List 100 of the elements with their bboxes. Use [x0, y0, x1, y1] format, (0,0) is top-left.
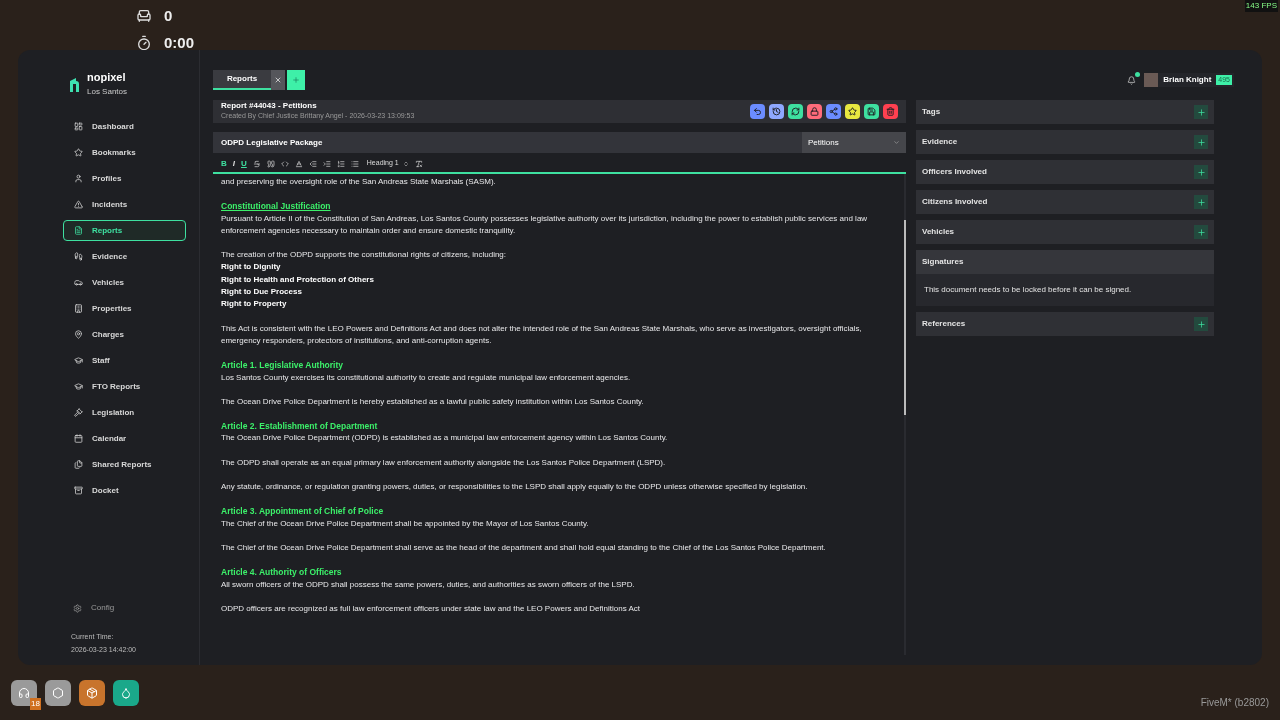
format-button[interactable]: I [232, 157, 235, 170]
share-button[interactable] [826, 104, 841, 119]
chevron-down-icon [893, 139, 900, 146]
config-link[interactable]: Config [91, 602, 115, 614]
bold-line: Right to Due Process [221, 286, 302, 299]
action-icon [791, 107, 800, 116]
brand-subtitle: Los Santos [87, 86, 128, 98]
bold-line: Right to Health and Protection of Others [221, 273, 374, 286]
nav-item[interactable]: Incidents [63, 194, 186, 215]
scrollbar-thumb[interactable] [904, 220, 906, 415]
nav-item[interactable]: Charges [63, 324, 186, 345]
logo-icon [69, 78, 79, 92]
delete-button[interactable] [883, 104, 898, 119]
section-title: Signatures [922, 256, 964, 268]
history-button[interactable] [769, 104, 784, 119]
paragraph-text: The ODPD shall operate as an equal primary law enforcement authority alongside the Los Santos Police Department (LSPD). [221, 456, 667, 469]
code-icon[interactable] [280, 159, 289, 168]
add-button[interactable] [1194, 317, 1208, 331]
add-button[interactable] [1194, 105, 1208, 119]
quote-icon[interactable] [266, 159, 275, 168]
star-icon [74, 148, 83, 157]
add-button[interactable] [1194, 165, 1208, 179]
footprints-icon [74, 252, 83, 261]
category-dropdown[interactable]: Petitions [802, 132, 906, 153]
action-icon [753, 107, 762, 116]
dashboard-icon [74, 122, 83, 131]
document-title-field[interactable]: ODPD Legislative Package [213, 132, 802, 153]
nav-item[interactable]: FTO Reports [63, 376, 186, 397]
paragraph-text: All sworn officers of the ODPD shall possess the same powers, duties, and authorities as sworn officers of the LSPD. [221, 578, 636, 591]
section-title: Officers Involved [922, 166, 987, 178]
nav-item[interactable]: Reports [63, 220, 186, 241]
brand-name: nopixel [87, 72, 127, 83]
add-button[interactable] [1194, 225, 1208, 239]
gavel-icon [74, 408, 83, 417]
paragraph-text: The Chief of the Ocean Drive Police Department shall be appointed by the Mayor of Los Santos County. [221, 517, 590, 530]
section-title: Tags [922, 106, 941, 118]
section-heading: Article 1. Legislative Authority [221, 359, 344, 372]
format-button[interactable]: B [221, 157, 227, 170]
client-version: FiveM* (b2802) [1200, 696, 1269, 710]
person-icon [74, 174, 83, 183]
nav-item[interactable]: Dashboard [63, 116, 186, 137]
car-icon [74, 278, 83, 287]
format-button[interactable]: U [241, 157, 247, 170]
nav-item[interactable]: Evidence [63, 246, 186, 267]
text-color-icon[interactable] [294, 159, 303, 168]
notification-icon[interactable] [1127, 75, 1137, 85]
user-name: Brian Knight [1163, 74, 1212, 86]
bullet-list-icon[interactable] [350, 159, 359, 168]
files-icon [74, 460, 83, 469]
map-pin-icon [74, 330, 83, 339]
plus-icon [1196, 197, 1206, 207]
section-heading: Article 2. Establishment of Department [221, 420, 378, 433]
nav-item[interactable]: Calendar [63, 428, 186, 449]
lock-button[interactable] [807, 104, 822, 119]
close-tab-button[interactable] [271, 70, 285, 90]
nav-item[interactable]: Properties [63, 298, 186, 319]
paragraph-text: Pursuant to Article II of the Constitution of San Andreas, Los Santos County possesses legislative authority over its jurisdiction, including the power to establish public services and law enforcement agencies necessary to maintain order and ensure domestic tranquility. [221, 212, 869, 237]
section-title: Evidence [922, 136, 958, 148]
bookmark-button[interactable] [845, 104, 860, 119]
nav-item[interactable]: Staff [63, 350, 186, 371]
plus-icon [1196, 167, 1206, 177]
undo-button[interactable] [750, 104, 765, 119]
cap-icon [74, 382, 83, 391]
cap-icon [74, 356, 83, 365]
close-icon [274, 76, 282, 84]
refresh-button[interactable] [788, 104, 803, 119]
report-title: Report #44043 - Petitions [221, 101, 318, 112]
action-icon [886, 107, 895, 116]
stopwatch-icon [136, 34, 152, 51]
paragraph-text: ODPD officers are recognized as full law enforcement officers under state law and the LEO Powers and Definitions Act [221, 602, 642, 615]
nav-item[interactable]: Profiles [63, 168, 186, 189]
strikethrough-icon[interactable] [252, 159, 261, 168]
indent-icon[interactable] [322, 159, 331, 168]
paragraph-text: The Chief of the Ocean Drive Police Department shall serve as the head of the department and shall hold equal standing to the Chief of the Los Santos Police Department. [221, 541, 827, 554]
tab[interactable]: Reports [213, 70, 271, 90]
nav-item[interactable]: Shared Reports [63, 454, 186, 475]
warning-icon [74, 200, 83, 209]
seat-count: 0 [164, 6, 173, 26]
paragraph-text: Los Santos County exercises its constitutional authority to create and regulate municipal law enforcement agencies. [221, 371, 632, 384]
plus-icon [292, 76, 300, 84]
plus-icon [1196, 107, 1206, 117]
paragraph-text: and preserving the oversight role of the San Andreas State Marshals (SASM). [221, 176, 497, 188]
plus-icon [1196, 137, 1206, 147]
numbered-list-icon[interactable] [336, 159, 345, 168]
plus-icon [1196, 227, 1206, 237]
nav-item[interactable]: Docket [63, 480, 186, 501]
add-button[interactable] [1194, 195, 1208, 209]
nav-item[interactable]: Legislation [63, 402, 186, 423]
section-title: Vehicles [922, 226, 955, 238]
bold-line: Right to Property [221, 298, 287, 311]
save-button[interactable] [864, 104, 879, 119]
action-icon [867, 107, 876, 116]
archive-icon [74, 486, 83, 495]
nav-item[interactable]: Vehicles [63, 272, 186, 293]
outdent-icon[interactable] [308, 159, 317, 168]
clear-format-icon[interactable] [414, 159, 423, 168]
add-button[interactable] [1194, 135, 1208, 149]
nav-item[interactable]: Bookmarks [63, 142, 186, 163]
headset-icon [18, 686, 30, 699]
section-heading: Article 3. Appointment of Chief of Police [221, 505, 384, 518]
